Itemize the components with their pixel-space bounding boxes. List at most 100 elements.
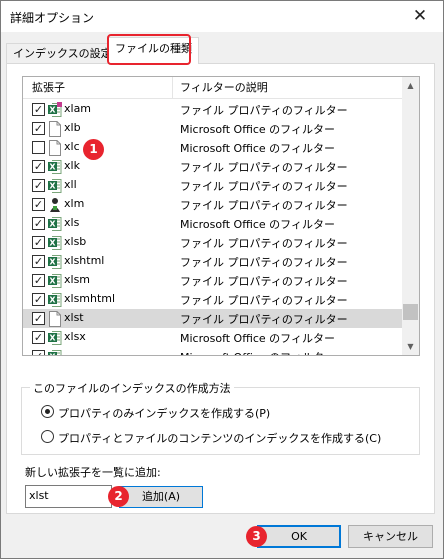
radio-properties-and-contents[interactable]: [41, 430, 54, 443]
annotation-badge-3: 3: [246, 526, 267, 547]
list-item[interactable]: ✓ Xxlsx Microsoft Office のフィルター: [23, 328, 403, 347]
macro-file-icon: [48, 197, 62, 213]
radio-properties-and-contents-label[interactable]: プロパティとファイルのコンテンツのインデックスを作成する(C): [58, 430, 381, 446]
scroll-down-icon[interactable]: ▼: [402, 338, 419, 355]
list-item[interactable]: ✓ Xxlam ファイル プロパティのフィルター: [23, 100, 403, 119]
ok-button[interactable]: OK: [257, 525, 341, 548]
item-checkbox[interactable]: ✓: [32, 160, 45, 173]
close-button[interactable]: ✕: [397, 1, 443, 32]
filter-cell: ファイル プロパティのフィルター: [180, 180, 348, 193]
extension-cell: xlm: [64, 197, 85, 210]
item-checkbox[interactable]: ✓: [32, 350, 45, 355]
cancel-button[interactable]: キャンセル: [348, 525, 433, 548]
list-item[interactable]: ✓ Xxlsm ファイル プロパティのフィルター: [23, 271, 403, 290]
filter-cell: Microsoft Office のフィルター: [180, 218, 335, 231]
item-checkbox[interactable]: ✓: [32, 217, 45, 230]
item-checkbox[interactable]: ✓: [32, 103, 45, 116]
radio-selected-dot: [45, 409, 50, 414]
add-button[interactable]: 追加(A): [119, 486, 203, 508]
extension-cell: xlsb: [64, 235, 87, 248]
list-item[interactable]: ✓ Xxls Microsoft Office のフィルター: [23, 214, 403, 233]
filter-cell: ファイル プロパティのフィルター: [180, 237, 348, 250]
svg-text:X: X: [49, 163, 56, 172]
excel-file-icon: X: [48, 216, 62, 232]
filter-cell: ファイル プロパティのフィルター: [180, 294, 348, 307]
item-checkbox[interactable]: ✓: [32, 312, 45, 325]
filter-cell: Microsoft Office のフィルター: [180, 142, 335, 155]
svg-text:X: X: [49, 239, 56, 248]
svg-text:X: X: [49, 258, 56, 267]
item-checkbox[interactable]: ✓: [32, 293, 45, 306]
scroll-up-icon[interactable]: ▲: [402, 77, 419, 94]
extension-cell: xlsmhtml: [64, 292, 116, 305]
list-item[interactable]: ✓ xlm ファイル プロパティのフィルター: [23, 195, 403, 214]
item-checkbox[interactable]: [32, 141, 45, 154]
list-item[interactable]: ✓ Xxll ファイル プロパティのフィルター: [23, 176, 403, 195]
excel-file-icon: X: [48, 330, 62, 346]
annotation-badge-1: 1: [83, 139, 104, 160]
item-checkbox[interactable]: ✓: [32, 255, 45, 268]
extension-input[interactable]: xlst: [25, 485, 112, 508]
item-checkbox[interactable]: ✓: [32, 331, 45, 344]
tab-index-settings[interactable]: インデックスの設定: [6, 43, 119, 63]
extension-cell: xls: [64, 216, 80, 229]
blank-file-icon: [48, 140, 62, 156]
list-item[interactable]: ✓ xlb Microsoft Office のフィルター: [23, 119, 403, 138]
excel-file-icon: X: [48, 273, 62, 289]
filter-cell: ファイル プロパティのフィルター: [180, 199, 348, 212]
file-type-list[interactable]: 拡張子 フィルターの説明 ✓ Xxlam ファイル プロパティのフィルター ✓ xlb M…: [22, 76, 420, 356]
svg-text:X: X: [49, 106, 56, 115]
svg-text:X: X: [49, 334, 56, 343]
list-body: ✓ Xxlam ファイル プロパティのフィルター ✓ xlb Microsoft Offi…: [23, 100, 403, 357]
title-bar: 詳細オプション ✕: [1, 1, 443, 32]
add-extension-label: 新しい拡張子を一覧に追加:: [25, 466, 161, 479]
list-item[interactable]: ✓ X Microsoft Office のフィルター: [23, 347, 403, 357]
svg-text:X: X: [49, 277, 56, 286]
filter-cell: ファイル プロパティのフィルター: [180, 313, 348, 326]
list-header: 拡張子 フィルターの説明: [23, 77, 403, 99]
annotation-badge-2: 2: [108, 486, 129, 507]
advanced-options-dialog: 詳細オプション ✕ インデックスの設定 ファイルの種類 拡張子 フィルターの説明…: [0, 0, 444, 559]
extension-cell: xlsx: [64, 330, 86, 343]
excel-file-icon: X: [48, 292, 62, 308]
filter-cell: Microsoft Office のフィルター: [180, 332, 335, 345]
filter-cell: Microsoft Office のフィルター: [180, 123, 335, 136]
excel-addin-icon: X: [48, 102, 62, 118]
list-item[interactable]: xlc Microsoft Office のフィルター: [23, 138, 403, 157]
list-item[interactable]: ✓ Xxlsb ファイル プロパティのフィルター: [23, 233, 403, 252]
radio-properties-only[interactable]: [41, 405, 54, 418]
svg-text:X: X: [49, 220, 56, 229]
list-item[interactable]: ✓ Xxlshtml ファイル プロパティのフィルター: [23, 252, 403, 271]
filter-cell: Microsoft Office のフィルター: [180, 349, 335, 355]
column-header-filter[interactable]: フィルターの説明: [173, 77, 403, 99]
vertical-scrollbar[interactable]: ▲ ▼: [402, 77, 419, 355]
scroll-thumb[interactable]: [403, 303, 418, 320]
extension-cell: xlc: [64, 140, 80, 153]
close-icon: ✕: [412, 6, 428, 26]
list-item[interactable]: ✓ xlst ファイル プロパティのフィルター: [23, 309, 403, 328]
item-checkbox[interactable]: ✓: [32, 274, 45, 287]
column-header-extension[interactable]: 拡張子: [23, 77, 173, 99]
item-checkbox[interactable]: ✓: [32, 179, 45, 192]
item-checkbox[interactable]: ✓: [32, 236, 45, 249]
extension-cell: xlshtml: [64, 254, 105, 267]
list-item[interactable]: ✓ Xxlk ファイル プロパティのフィルター: [23, 157, 403, 176]
extension-cell: xll: [64, 178, 77, 191]
tab-file-types[interactable]: ファイルの種類: [108, 37, 199, 64]
filter-cell: ファイル プロパティのフィルター: [180, 161, 348, 174]
filter-cell: ファイル プロパティのフィルター: [180, 275, 348, 288]
excel-file-icon: X: [48, 349, 62, 357]
item-checkbox[interactable]: ✓: [32, 122, 45, 135]
svg-text:X: X: [49, 296, 56, 305]
list-item[interactable]: ✓ Xxlsmhtml ファイル プロパティのフィルター: [23, 290, 403, 309]
svg-text:X: X: [49, 353, 56, 357]
extension-cell: xlk: [64, 159, 80, 172]
filter-cell: ファイル プロパティのフィルター: [180, 256, 348, 269]
extension-cell: xlb: [64, 121, 81, 134]
blank-file-icon: [48, 121, 62, 137]
radio-properties-only-label[interactable]: プロパティのみインデックスを作成する(P): [58, 405, 270, 421]
blank-file-icon: [48, 311, 62, 327]
excel-file-icon: X: [48, 159, 62, 175]
extension-cell: xlsm: [64, 273, 91, 286]
item-checkbox[interactable]: ✓: [32, 198, 45, 211]
